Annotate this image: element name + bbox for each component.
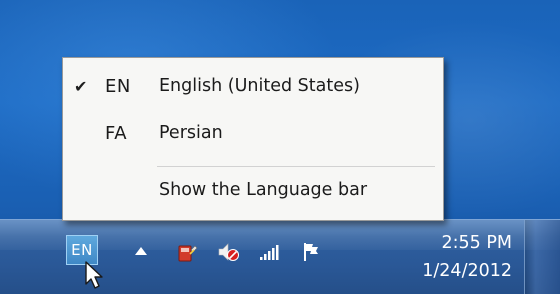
show-language-bar-text: Show the Language bar: [159, 180, 368, 200]
clock-time: 2:55 PM: [441, 233, 512, 253]
desktop-background: ✔ EN English (United States) FA Persian …: [0, 0, 560, 294]
mouse-pointer-icon: [85, 261, 103, 289]
language-name-english: English (United States): [159, 76, 360, 96]
language-menu: ✔ EN English (United States) FA Persian …: [62, 57, 444, 221]
checkmark-icon: ✔: [74, 77, 88, 96]
action-center-flag-icon[interactable]: [300, 240, 324, 264]
network-signal-icon[interactable]: [258, 240, 282, 264]
show-language-bar-label: Show the Language bar: [159, 180, 367, 200]
volume-muted-icon[interactable]: [216, 240, 240, 264]
clock[interactable]: 2:55 PM 1/24/2012: [392, 229, 512, 285]
language-code-fa: FA: [105, 123, 128, 144]
clock-date: 1/24/2012: [422, 261, 512, 281]
menu-item-english[interactable]: ✔ EN English (United States): [63, 69, 443, 109]
menu-item-show-language-bar[interactable]: Show the Language bar: [63, 173, 443, 213]
language-code-en: EN: [105, 76, 131, 97]
power-plug-icon[interactable]: [176, 240, 200, 264]
menu-separator: [157, 166, 435, 167]
taskbar: EN 2:55 PM 1/24/2012: [0, 219, 560, 294]
chevron-up-icon[interactable]: [134, 246, 148, 256]
show-desktop-button[interactable]: [524, 220, 560, 294]
menu-item-persian[interactable]: FA Persian: [63, 116, 443, 156]
language-name-persian: Persian: [159, 123, 223, 143]
